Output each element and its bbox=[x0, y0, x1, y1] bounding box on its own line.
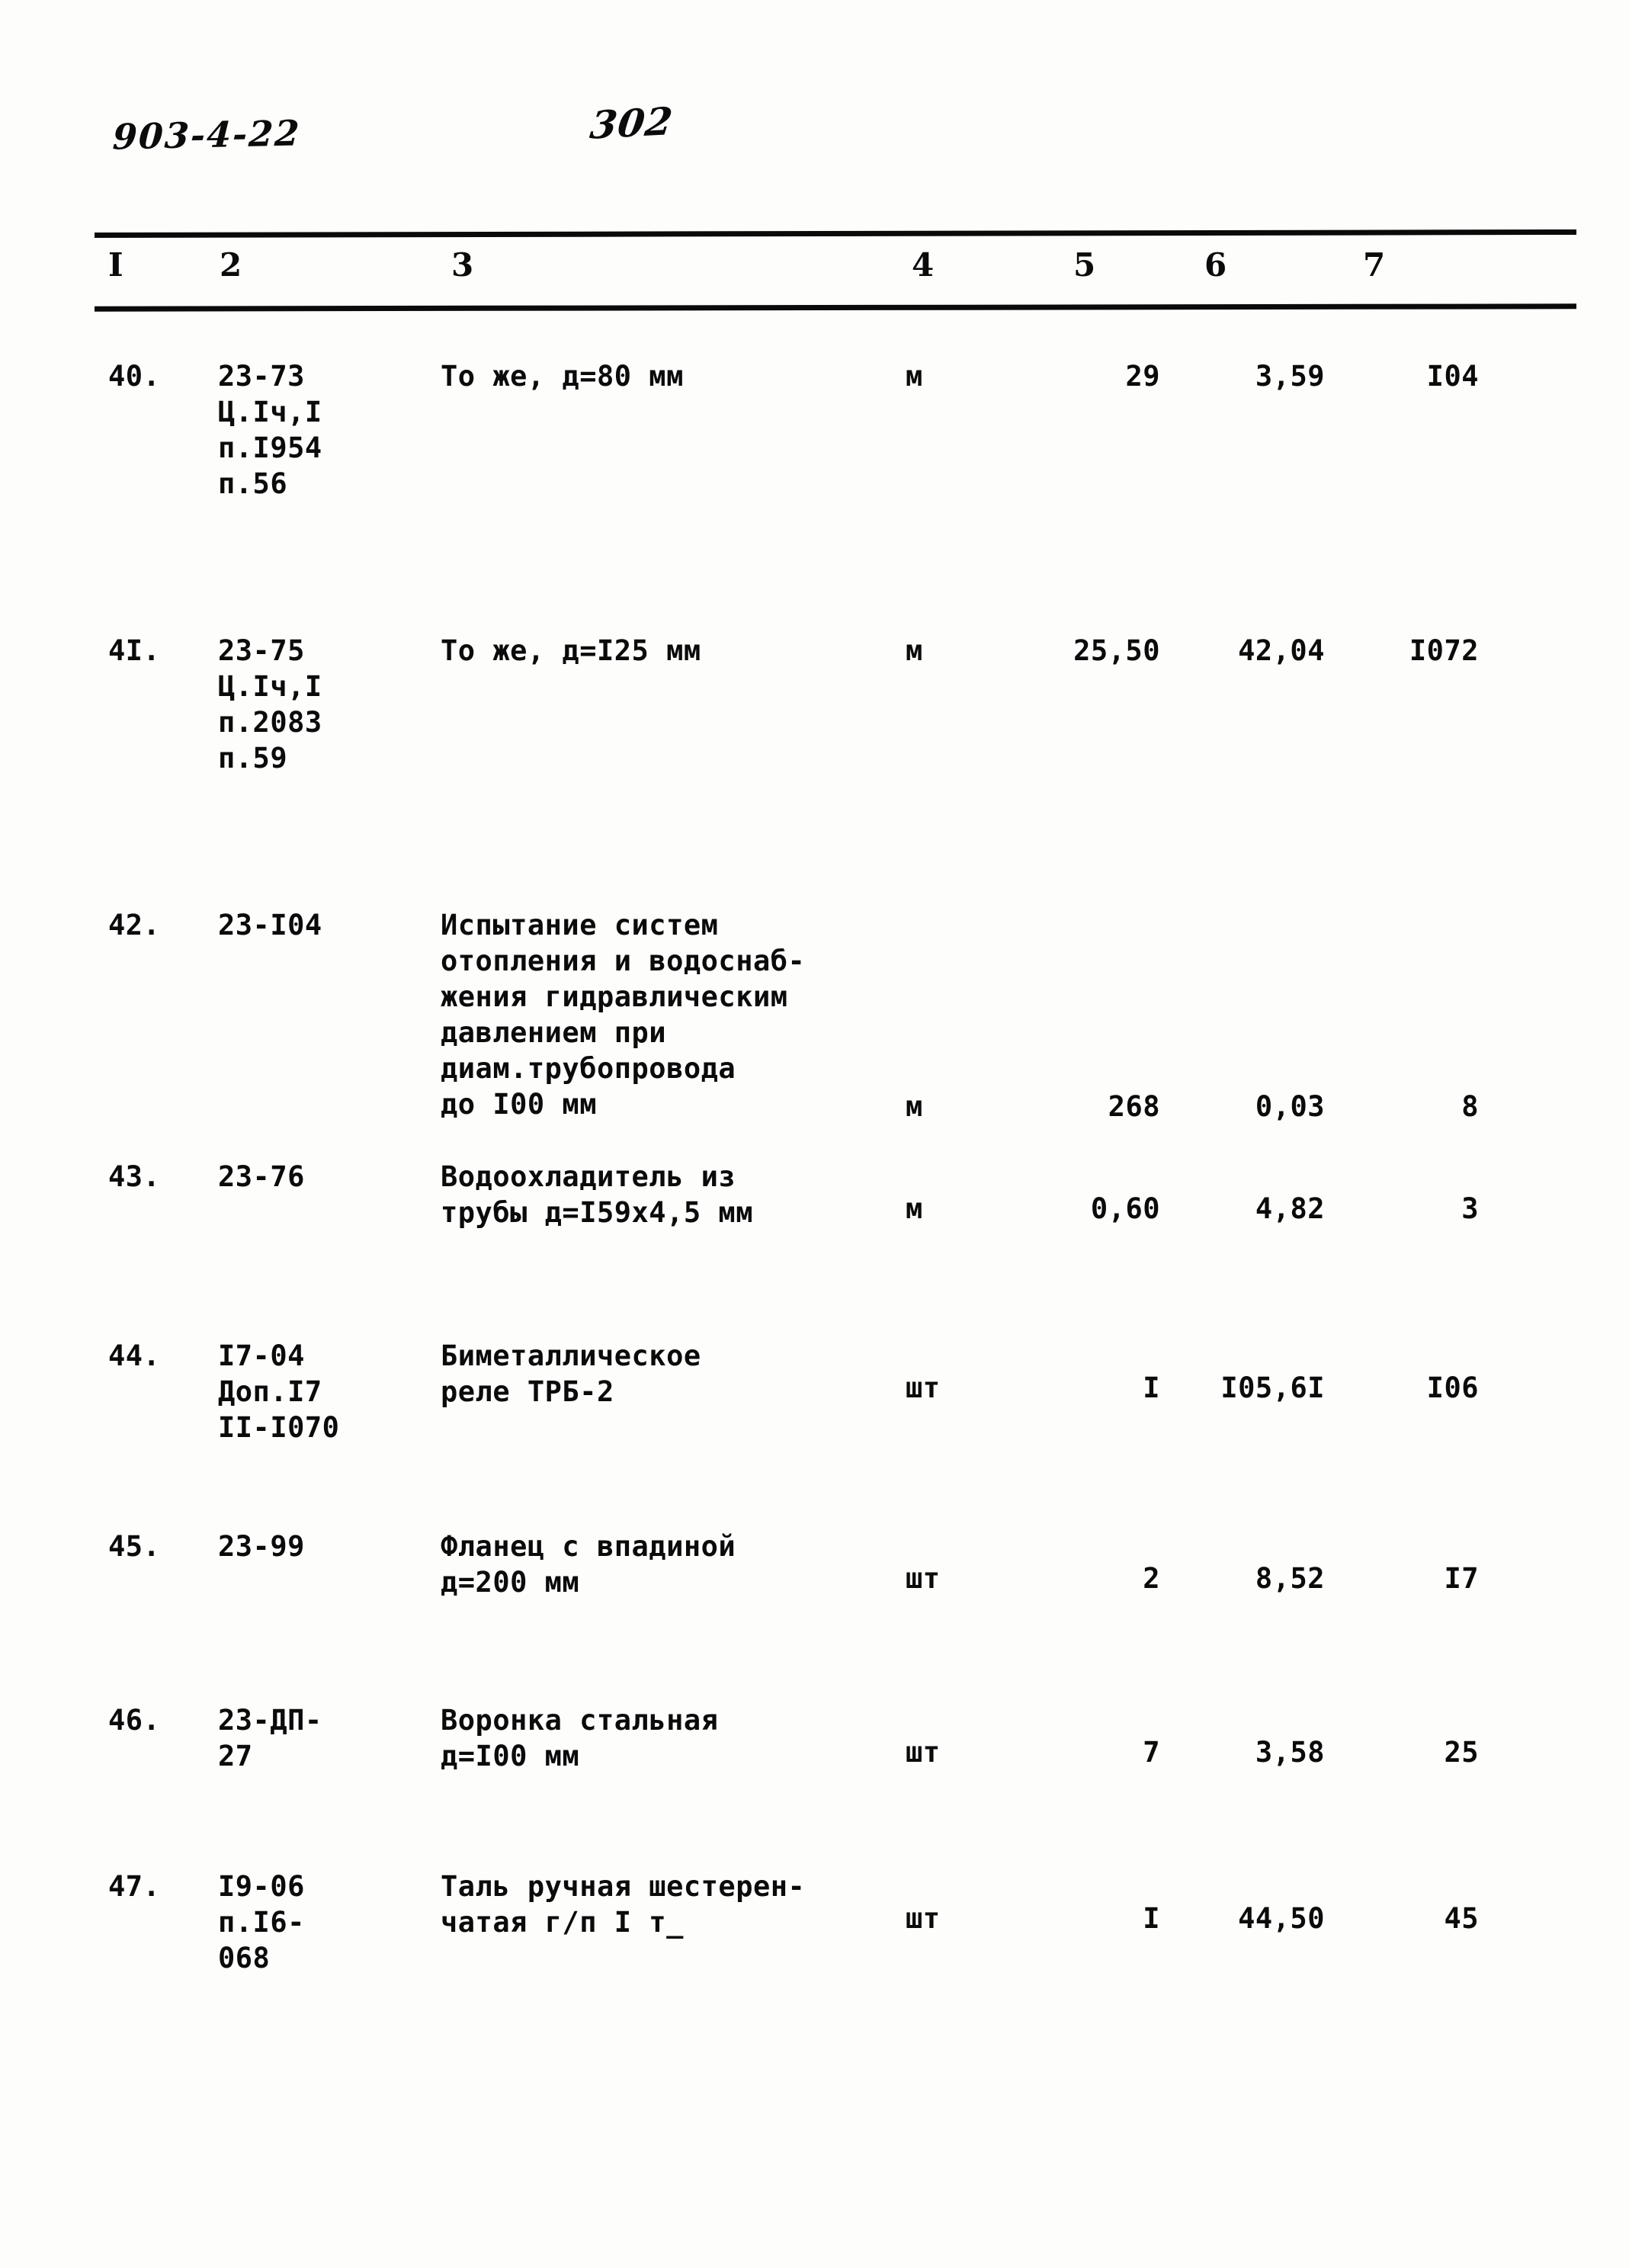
row-code: 23-73 Ц.Iч,I п.I954 п.56 bbox=[218, 360, 322, 500]
row-quantity: 268 bbox=[1108, 1090, 1160, 1123]
row-total: I06 bbox=[1426, 1371, 1479, 1404]
row-quantity: 0,60 bbox=[1090, 1192, 1160, 1225]
table-column-header-row: I 2 3 4 5 6 7 bbox=[0, 249, 1629, 300]
row-quantity: 2 bbox=[1143, 1562, 1160, 1595]
row-code: 23-I04 bbox=[218, 909, 322, 942]
row-total: 8 bbox=[1461, 1090, 1479, 1123]
row-number: 42. bbox=[108, 909, 161, 942]
estimate-table: 40. 23-73 Ц.Iч,I п.I954 п.56 То же, д=80… bbox=[0, 358, 1629, 2051]
document-code: 903-4-22 bbox=[111, 112, 302, 158]
row-description: Фланец с впадиной д=200 мм bbox=[441, 1530, 736, 1599]
table-top-rule bbox=[94, 229, 1577, 239]
table-row: 42. 23-I04 Испытание систем отопления и … bbox=[0, 907, 1629, 1159]
row-description: Таль ручная шестерен- чатая г/п I т_ bbox=[441, 1870, 806, 1939]
table-row: 40. 23-73 Ц.Iч,I п.I954 п.56 То же, д=80… bbox=[0, 358, 1629, 633]
table-header-bottom-rule bbox=[94, 303, 1577, 312]
row-quantity: I bbox=[1143, 1371, 1160, 1404]
row-number: 40. bbox=[108, 360, 161, 393]
column-header-1: I bbox=[108, 246, 123, 284]
row-unit-price: 3,58 bbox=[1255, 1736, 1325, 1769]
row-total: 25 bbox=[1444, 1736, 1479, 1769]
row-description: Испытание систем отопления и водоснаб- ж… bbox=[441, 909, 806, 1121]
row-description: Воронка стальная д=I00 мм bbox=[441, 1704, 719, 1772]
row-quantity: 7 bbox=[1143, 1736, 1160, 1769]
table-row: 4I. 23-75 Ц.Iч,I п.2083 п.59 То же, д=I2… bbox=[0, 633, 1629, 907]
column-header-5: 5 bbox=[1073, 246, 1096, 284]
row-number: 44. bbox=[108, 1339, 161, 1372]
row-unit-price: 44,50 bbox=[1238, 1902, 1325, 1935]
row-unit: м bbox=[906, 634, 923, 667]
row-unit-price: I05,6I bbox=[1220, 1371, 1325, 1404]
row-number: 43. bbox=[108, 1160, 161, 1193]
row-unit: м bbox=[906, 1090, 923, 1123]
row-unit: шт bbox=[906, 1371, 941, 1404]
row-unit: шт bbox=[906, 1736, 941, 1769]
page-number: 302 bbox=[587, 98, 676, 148]
document-header: 903-4-22 302 bbox=[0, 98, 1629, 198]
row-total: 45 bbox=[1444, 1902, 1479, 1935]
row-description: То же, д=I25 мм bbox=[441, 634, 701, 667]
row-number: 46. bbox=[108, 1704, 161, 1737]
row-total: I04 bbox=[1426, 360, 1479, 393]
row-number: 4I. bbox=[108, 634, 161, 667]
table-row: 46. 23-ДП- 27 Воронка стальная д=I00 мм … bbox=[0, 1702, 1629, 1869]
row-unit-price: 4,82 bbox=[1255, 1192, 1325, 1225]
row-code: 23-ДП- 27 bbox=[218, 1704, 322, 1772]
row-description: То же, д=80 мм bbox=[441, 360, 684, 393]
row-quantity: 25,50 bbox=[1073, 634, 1160, 667]
row-unit-price: 3,59 bbox=[1255, 360, 1325, 393]
column-header-3: 3 bbox=[451, 246, 474, 284]
row-total: I072 bbox=[1409, 634, 1479, 667]
row-code: I7-04 Доп.I7 II-I070 bbox=[218, 1339, 340, 1444]
row-unit-price: 0,03 bbox=[1255, 1090, 1325, 1123]
row-code: 23-99 bbox=[218, 1530, 305, 1563]
row-unit: шт bbox=[906, 1562, 941, 1595]
column-header-4: 4 bbox=[912, 246, 935, 284]
table-row: 47. I9-06 п.I6- 068 Таль ручная шестерен… bbox=[0, 1869, 1629, 2051]
page-sheet: 903-4-22 302 I 2 3 4 5 6 7 40. 23-73 Ц.I… bbox=[0, 0, 1629, 2268]
row-unit-price: 42,04 bbox=[1238, 634, 1325, 667]
row-code: I9-06 п.I6- 068 bbox=[218, 1870, 305, 1974]
row-quantity: 29 bbox=[1125, 360, 1160, 393]
row-description: Биметаллическое реле ТРБ-2 bbox=[441, 1339, 701, 1408]
row-total: 3 bbox=[1461, 1192, 1479, 1225]
row-unit-price: 8,52 bbox=[1255, 1562, 1325, 1595]
row-description: Водоохладитель из трубы д=I59х4,5 мм bbox=[441, 1160, 753, 1229]
row-unit: м bbox=[906, 360, 923, 393]
row-total: I7 bbox=[1444, 1562, 1479, 1595]
row-unit: шт bbox=[906, 1902, 941, 1935]
row-number: 45. bbox=[108, 1530, 161, 1563]
row-code: 23-76 bbox=[218, 1160, 305, 1193]
table-row: 45. 23-99 Фланец с впадиной д=200 мм шт … bbox=[0, 1529, 1629, 1702]
column-header-7: 7 bbox=[1363, 246, 1386, 284]
row-code: 23-75 Ц.Iч,I п.2083 п.59 bbox=[218, 634, 322, 775]
column-header-6: 6 bbox=[1204, 246, 1227, 284]
column-header-2: 2 bbox=[220, 246, 242, 284]
row-quantity: I bbox=[1143, 1902, 1160, 1935]
row-number: 47. bbox=[108, 1870, 161, 1903]
table-row: 44. I7-04 Доп.I7 II-I070 Биметаллическое… bbox=[0, 1338, 1629, 1529]
row-unit: м bbox=[906, 1192, 923, 1225]
table-row: 43. 23-76 Водоохладитель из трубы д=I59х… bbox=[0, 1159, 1629, 1338]
